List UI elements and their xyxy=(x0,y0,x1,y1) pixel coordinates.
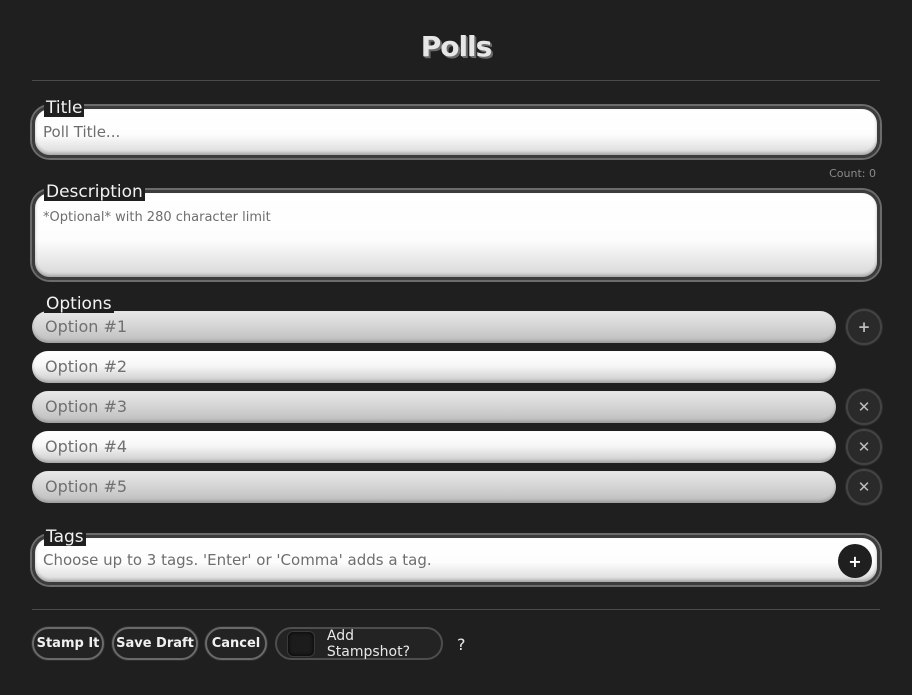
option-input-4[interactable]: Option #4 xyxy=(32,431,836,463)
add-stampshot-label: Add Stampshot? xyxy=(326,627,411,660)
add-tag-button[interactable]: + xyxy=(838,544,872,578)
close-icon: ✕ xyxy=(857,478,871,496)
character-count: Count: 0 xyxy=(829,167,876,180)
remove-option-button[interactable]: ✕ xyxy=(846,469,882,505)
tags-input[interactable]: Choose up to 3 tags. 'Enter' or 'Comma' … xyxy=(32,535,880,585)
description-label: Description xyxy=(44,182,145,202)
plus-icon: + xyxy=(857,318,871,336)
polls-form: Polls Title Poll Title... Count: 0 Descr… xyxy=(0,0,912,695)
close-icon: ✕ xyxy=(857,398,871,416)
option-input-5[interactable]: Option #5 xyxy=(32,471,836,503)
divider xyxy=(32,80,880,81)
tags-label: Tags xyxy=(44,527,86,547)
stamp-it-button[interactable]: Stamp It xyxy=(32,627,104,660)
save-draft-button[interactable]: Save Draft xyxy=(112,627,198,660)
title-label: Title xyxy=(44,98,85,118)
divider xyxy=(32,609,880,610)
option-input-1[interactable]: Option #1 xyxy=(32,311,836,343)
add-option-button[interactable]: + xyxy=(846,309,882,345)
remove-option-button[interactable]: ✕ xyxy=(846,389,882,425)
remove-option-button[interactable]: ✕ xyxy=(846,429,882,465)
option-input-3[interactable]: Option #3 xyxy=(32,391,836,423)
title-input[interactable]: Poll Title... xyxy=(32,106,880,158)
page-title: Polls xyxy=(420,30,493,63)
help-icon[interactable]: ? xyxy=(457,635,466,654)
add-stampshot-toggle[interactable]: Add Stampshot? xyxy=(275,627,443,660)
description-textarea[interactable]: *Optional* with 280 character limit xyxy=(32,190,880,280)
plus-icon: + xyxy=(848,551,862,571)
close-icon: ✕ xyxy=(857,438,871,456)
cancel-button[interactable]: Cancel xyxy=(205,627,267,660)
options-label: Options xyxy=(44,294,114,314)
stampshot-checkbox[interactable] xyxy=(287,630,315,657)
option-input-2[interactable]: Option #2 xyxy=(32,351,836,383)
